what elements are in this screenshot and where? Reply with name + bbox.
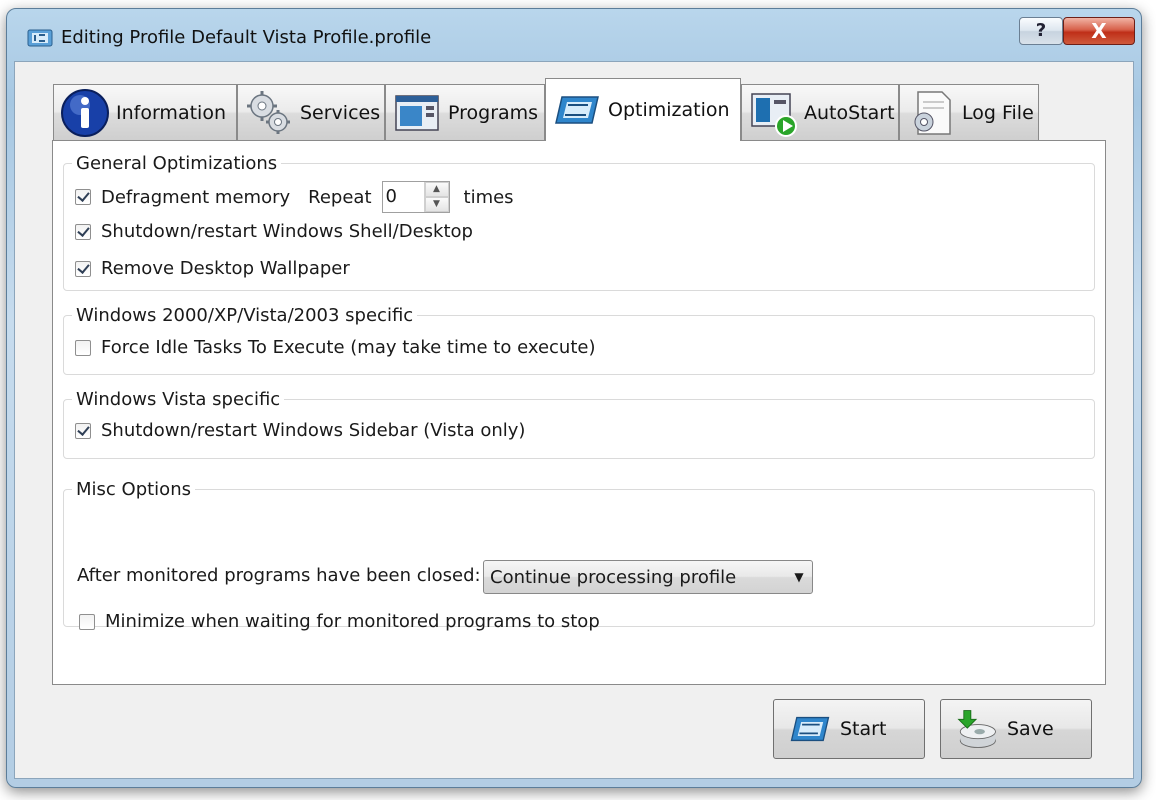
- tab-log-file[interactable]: Log File: [899, 84, 1039, 140]
- info-icon: [61, 88, 109, 137]
- dialog-window: Editing Profile Default Vista Profile.pr…: [6, 8, 1142, 788]
- wallpaper-row: Remove Desktop Wallpaper: [75, 258, 350, 279]
- sidebar-label: Shutdown/restart Windows Sidebar (Vista …: [101, 420, 526, 441]
- tab-information-label: Information: [116, 101, 226, 124]
- gears-icon: [247, 90, 290, 134]
- sidebar-checkbox[interactable]: [75, 422, 91, 439]
- times-label: times: [463, 186, 514, 208]
- shell-label: Shutdown/restart Windows Shell/Desktop: [101, 221, 473, 242]
- tab-autostart-label: AutoStart: [804, 101, 895, 124]
- shell-checkbox[interactable]: [75, 223, 91, 240]
- close-button[interactable]: X: [1063, 17, 1135, 45]
- wallpaper-checkbox[interactable]: [75, 260, 91, 277]
- defrag-checkbox[interactable]: [75, 189, 91, 205]
- tab-information[interactable]: Information: [53, 84, 237, 140]
- start-button[interactable]: Start: [773, 699, 925, 759]
- spin-up-arrow-icon[interactable]: ▲: [424, 182, 449, 197]
- help-button[interactable]: ?: [1019, 17, 1063, 45]
- autostart-play-icon: [751, 92, 797, 137]
- log-file-icon: [914, 90, 951, 135]
- save-disk-icon: [957, 710, 996, 748]
- after-closed-dropdown[interactable]: Continue processing profile ▼: [483, 560, 813, 594]
- defrag-label: Defragment memory: [101, 186, 291, 208]
- tab-programs[interactable]: Programs: [385, 84, 545, 140]
- tab-optimization[interactable]: Optimization: [545, 78, 741, 141]
- idle-checkbox[interactable]: [75, 339, 91, 356]
- minimize-row: Minimize when waiting for monitored prog…: [79, 611, 600, 632]
- vista-legend: Windows Vista specific: [76, 389, 281, 410]
- after-closed-label: After monitored programs have been close…: [77, 565, 481, 586]
- optimization-panel: General Optimizations Defragment memory …: [52, 140, 1106, 685]
- minimize-label: Minimize when waiting for monitored prog…: [105, 611, 600, 632]
- tab-optimization-label: Optimization: [608, 99, 730, 121]
- repeat-spinner[interactable]: 0 ▲ ▼: [381, 181, 450, 213]
- tab-services[interactable]: Services: [237, 84, 385, 140]
- general-optimizations-legend: General Optimizations: [76, 153, 278, 174]
- programs-window-icon: [395, 94, 439, 131]
- dialog-client-area: Information Services Programs Optimizati…: [14, 61, 1134, 779]
- window-title: Editing Profile Default Vista Profile.pr…: [61, 27, 432, 48]
- dropdown-arrow-icon[interactable]: ▼: [786, 570, 812, 584]
- after-row: After monitored programs have been close…: [77, 565, 481, 586]
- minimize-checkbox[interactable]: [79, 613, 95, 630]
- misc-options-legend: Misc Options: [76, 479, 191, 500]
- app-icon: [27, 29, 53, 47]
- idle-row: Force Idle Tasks To Execute (may take ti…: [75, 337, 595, 358]
- tab-log-file-label: Log File: [962, 101, 1034, 124]
- optimization-start-icon: [790, 716, 830, 742]
- win2000-legend: Windows 2000/XP/Vista/2003 specific: [76, 305, 414, 326]
- shell-row: Shutdown/restart Windows Shell/Desktop: [75, 221, 473, 242]
- repeat-label: Repeat: [308, 186, 372, 208]
- sidebar-row: Shutdown/restart Windows Sidebar (Vista …: [75, 420, 525, 441]
- save-button-label: Save: [1007, 718, 1054, 740]
- idle-label: Force Idle Tasks To Execute (may take ti…: [101, 337, 596, 358]
- start-button-label: Start: [840, 718, 887, 740]
- misc-options-group: Misc Options: [63, 479, 1095, 627]
- after-closed-selected: Continue processing profile: [490, 566, 737, 588]
- tab-programs-label: Programs: [448, 101, 539, 124]
- tab-autostart[interactable]: AutoStart: [741, 84, 899, 140]
- tab-services-label: Services: [300, 101, 381, 124]
- save-button[interactable]: Save: [940, 699, 1092, 759]
- repeat-value[interactable]: 0: [383, 182, 424, 212]
- optimization-icon: [555, 96, 599, 124]
- spin-down-arrow-icon[interactable]: ▼: [424, 197, 449, 212]
- wallpaper-label: Remove Desktop Wallpaper: [101, 258, 350, 279]
- title-bar[interactable]: Editing Profile Default Vista Profile.pr…: [7, 9, 1141, 61]
- defrag-row: Defragment memory Repeat 0 ▲ ▼ times: [75, 181, 514, 213]
